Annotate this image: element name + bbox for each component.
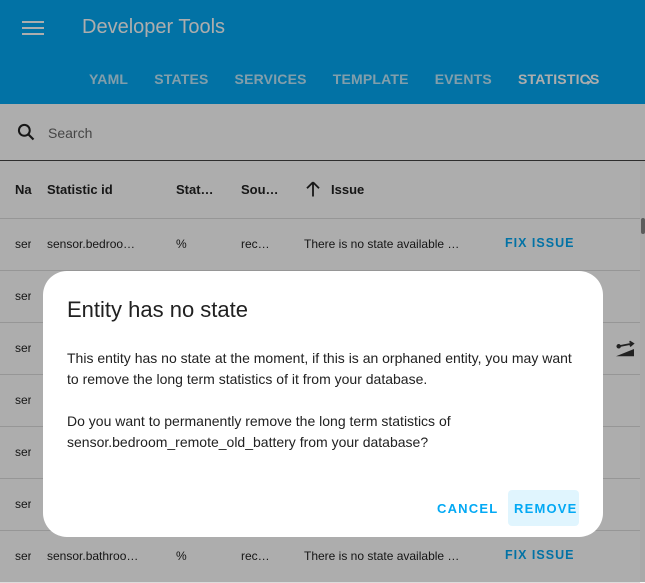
dialog-message: This entity has no state at the moment, … xyxy=(67,350,572,387)
dialog-title: Entity has no state xyxy=(67,297,248,322)
cancel-button[interactable]: CANCEL xyxy=(431,490,499,526)
entity-no-state-dialog: Entity has no state This entity has no s… xyxy=(43,271,603,537)
dialog-confirm-question: Do you want to permanently remove the lo… xyxy=(67,413,451,450)
remove-button[interactable]: REMOVE xyxy=(508,490,579,526)
